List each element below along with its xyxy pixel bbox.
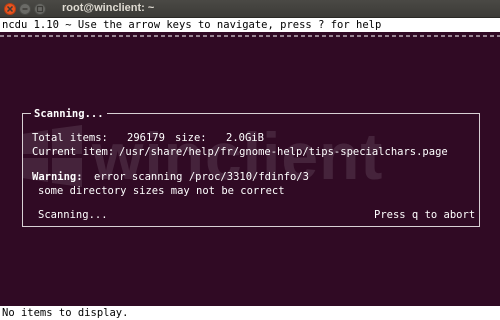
warning-text: error scanning /proc/3310/fdinfo/3 bbox=[94, 171, 309, 183]
size-label: size: bbox=[175, 132, 207, 144]
title-bar[interactable]: root@winclient: ~ bbox=[0, 0, 500, 18]
window-controls bbox=[4, 3, 46, 15]
minimize-button[interactable] bbox=[19, 3, 31, 15]
scanning-status: Scanning... bbox=[38, 209, 108, 221]
scanning-dialog: Scanning... Total items: 296179 size: 2.… bbox=[22, 107, 480, 227]
terminal-window: root@winclient: ~ ncdu 1.10 ~ Use the ar… bbox=[0, 0, 500, 320]
maximize-button[interactable] bbox=[34, 3, 46, 15]
maximize-icon bbox=[36, 5, 44, 13]
close-button[interactable] bbox=[4, 3, 16, 15]
warning-note: some directory sizes may not be correct bbox=[38, 185, 285, 197]
close-icon bbox=[6, 5, 14, 13]
total-items-value: 296179 bbox=[127, 132, 165, 144]
status-bar: No items to display. bbox=[0, 306, 500, 320]
dialog-title: Scanning... bbox=[31, 107, 107, 121]
minimize-icon bbox=[22, 8, 28, 10]
warning-label: Warning: bbox=[32, 171, 83, 183]
current-item-label: Current item: bbox=[32, 146, 115, 158]
total-items-label: Total items: bbox=[32, 132, 108, 144]
window-title: root@winclient: ~ bbox=[62, 2, 155, 14]
size-value: 2.0GiB bbox=[226, 132, 264, 144]
ncdu-header: ncdu 1.10 ~ Use the arrow keys to naviga… bbox=[0, 18, 500, 32]
header-divider bbox=[0, 32, 500, 40]
abort-hint: Press q to abort bbox=[374, 209, 476, 221]
current-item-path: /usr/share/help/fr/gnome-help/tips-speci… bbox=[119, 146, 448, 158]
